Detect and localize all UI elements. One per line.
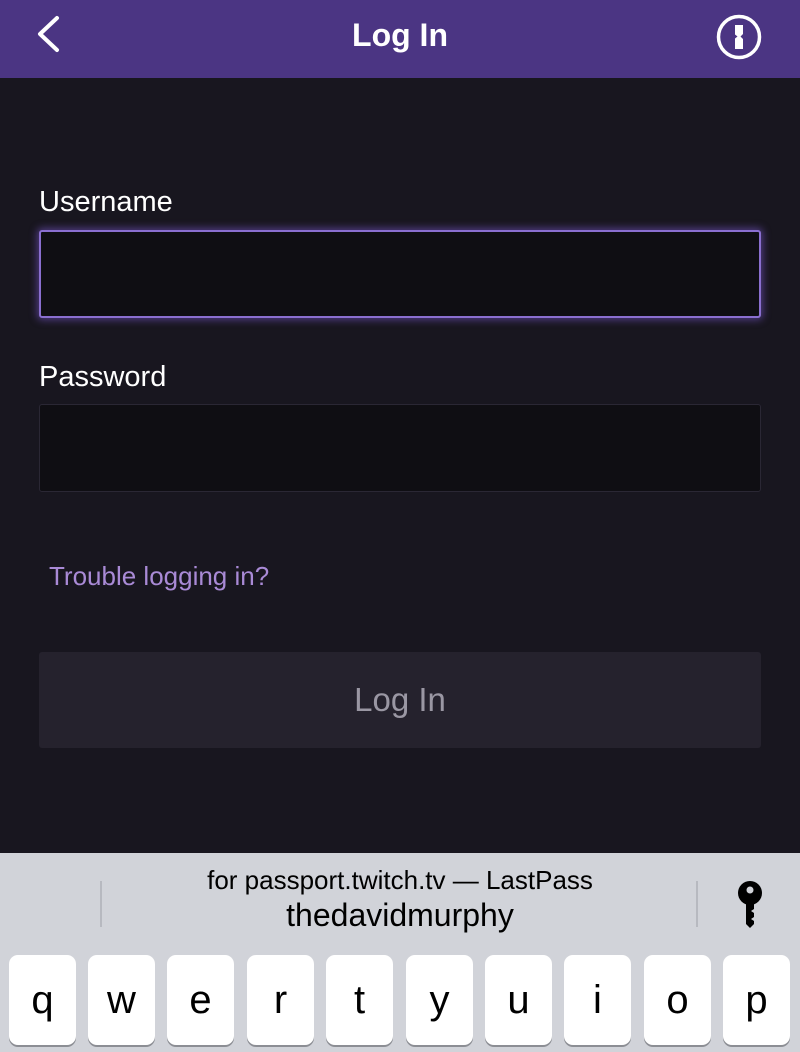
- navigation-bar: Log In: [0, 0, 800, 78]
- key-y[interactable]: y: [406, 955, 473, 1045]
- suggestion-username: thedavidmurphy: [286, 897, 514, 933]
- key-u[interactable]: u: [485, 955, 552, 1045]
- key-w[interactable]: w: [88, 955, 155, 1045]
- password-key-button[interactable]: [732, 879, 768, 929]
- key-q[interactable]: q: [9, 955, 76, 1045]
- quicktype-bar: for passport.twitch.tv — LastPass thedav…: [0, 853, 800, 951]
- password-label: Password: [39, 361, 167, 393]
- username-label: Username: [39, 186, 173, 218]
- username-field[interactable]: [39, 230, 761, 318]
- onepassword-button[interactable]: [715, 13, 763, 61]
- suggestion-subtitle: for passport.twitch.tv — LastPass: [207, 865, 593, 895]
- log-in-button[interactable]: Log In: [39, 652, 761, 748]
- trouble-logging-in-link[interactable]: Trouble logging in?: [49, 561, 269, 592]
- password-field[interactable]: [39, 404, 761, 492]
- onepassword-icon: [716, 14, 762, 60]
- key-e[interactable]: e: [167, 955, 234, 1045]
- key-o[interactable]: o: [644, 955, 711, 1045]
- page-title: Log In: [352, 17, 448, 53]
- key-i[interactable]: i: [564, 955, 631, 1045]
- key-r[interactable]: r: [247, 955, 314, 1045]
- key-p[interactable]: p: [723, 955, 790, 1045]
- keyboard: for passport.twitch.tv — LastPass thedav…: [0, 853, 800, 1052]
- password-suggestion[interactable]: for passport.twitch.tv — LastPass thedav…: [102, 865, 698, 935]
- key-t[interactable]: t: [326, 955, 393, 1045]
- key-icon: [738, 881, 762, 928]
- quicktype-divider: [696, 881, 698, 927]
